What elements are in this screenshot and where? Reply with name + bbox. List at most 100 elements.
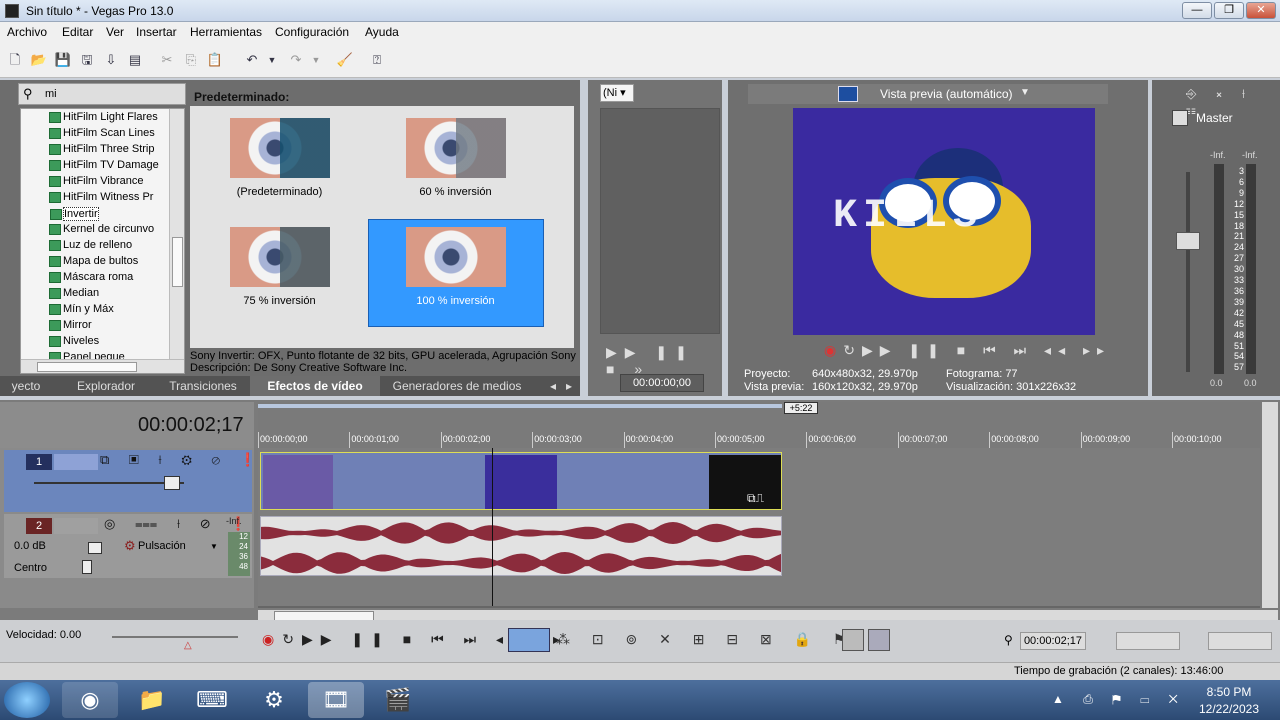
tabs-right-arrow-icon[interactable]: ▸ [562, 376, 576, 396]
preset-thumb-100[interactable] [406, 227, 506, 287]
fx-tree-item[interactable]: Niveles [49, 335, 99, 347]
snap-button[interactable] [842, 629, 864, 651]
fx-tree-item[interactable]: Invertir [50, 207, 99, 221]
menu-configuracion[interactable]: Configuración [275, 25, 349, 39]
minimize-button[interactable]: — [1182, 2, 1212, 19]
open-folder-icon[interactable]: 📂 [29, 50, 49, 70]
audio-track-name-field[interactable] [54, 518, 98, 534]
fx-tree-item[interactable]: HitFilm Vibrance [49, 175, 144, 187]
properties-icon[interactable]: ▤ [125, 50, 145, 70]
fx-tree-item[interactable]: HitFilm Three Strip [49, 143, 154, 155]
velocity-handle-icon[interactable]: △ [184, 640, 192, 651]
save-as-icon[interactable]: 🖫 [77, 50, 97, 70]
preset-thumb-default[interactable] [230, 118, 330, 178]
tabs-left-arrow-icon[interactable]: ◂ [546, 376, 560, 396]
auto-crossfade-button[interactable] [868, 629, 890, 651]
video-track-buttons[interactable]: ⧉ ▣ ⟊ ⚙ ⊘ ❗ [100, 452, 264, 468]
edit-tools[interactable]: ⁂ ⊡ ⊚ ✕ ⊞ ⊟ ⊠ 🔒 ⚑ ⚑ [556, 631, 889, 648]
fx-tree-item[interactable]: Luz de relleno [49, 239, 132, 251]
video-opacity-slider[interactable] [34, 482, 184, 484]
fx-search-input[interactable]: mi [45, 88, 57, 100]
redo-icon[interactable]: ↷ [286, 50, 306, 70]
fx-tree-item[interactable]: Mapa de bultos [49, 255, 138, 267]
video-opacity-handle[interactable] [164, 476, 180, 490]
trimmer-transport[interactable]: ▶▶ ❚❚ ■ » [606, 344, 722, 377]
vegas-alt-taskbar-icon[interactable]: 🎬 [370, 682, 426, 718]
selection-start-field[interactable] [1116, 632, 1180, 650]
keyboard-taskbar-icon[interactable]: ⌨ [184, 682, 240, 718]
preset-caption-60[interactable]: 60 % inversión [368, 186, 543, 198]
tab-proyecto[interactable]: yecto [0, 376, 52, 396]
menu-ayuda[interactable]: Ayuda [365, 25, 399, 39]
fx-tree-item[interactable]: HitFilm TV Damage [49, 159, 159, 171]
audio-event[interactable] [260, 516, 782, 576]
tree-vertical-scrollbar[interactable] [169, 109, 184, 359]
split-screen-icon[interactable] [838, 86, 858, 102]
render-clean-icon[interactable]: 🧹 [335, 50, 355, 70]
record-icon[interactable]: ◉ [824, 342, 843, 358]
redo-dropdown-icon[interactable]: ▼ [306, 50, 326, 70]
fx-tree-item[interactable]: HitFilm Scan Lines [49, 127, 155, 139]
explorer-taskbar-icon[interactable]: 📁 [124, 682, 180, 718]
playhead-cursor[interactable] [492, 448, 493, 608]
event-fx-icon[interactable]: ⧉⎍ [747, 491, 764, 506]
audio-volume-handle[interactable] [88, 542, 102, 554]
velocity-slider[interactable] [112, 636, 238, 638]
tab-generadores[interactable]: Generadores de medios [382, 376, 532, 396]
chevron-down-icon[interactable]: ▼ [1020, 87, 1030, 98]
fx-tree-item[interactable]: HitFilm Witness Pr [49, 191, 153, 203]
video-track-header[interactable]: 1 ⧉ ▣ ⟊ ⚙ ⊘ ❗ [4, 450, 256, 512]
preset-caption-default[interactable]: (Predeterminado) [192, 186, 367, 198]
preview-transport[interactable]: ◉↻▶▶ ❚❚ ■ ⏮ ⏭ ◂◂ ▸▸ [824, 342, 1111, 359]
menu-insertar[interactable]: Insertar [136, 25, 177, 39]
fx-tree-item[interactable]: Kernel de circunvo [49, 223, 154, 235]
fx-tree-item[interactable]: Mín y Máx [49, 303, 114, 315]
menu-ver[interactable]: Ver [106, 25, 124, 39]
audio-pan-handle[interactable] [82, 560, 92, 574]
render-icon[interactable]: ⇩ [101, 50, 121, 70]
help-pointer-icon[interactable]: ⍰ [367, 50, 387, 70]
new-file-icon[interactable]: 🗋 [5, 50, 25, 70]
tab-transiciones[interactable]: Transiciones [156, 376, 250, 396]
clock-time[interactable]: 8:50 PM [1194, 685, 1264, 699]
timeline-ruler[interactable]: +5:22 00:00:00;00 00:00:01;00 00:00:02;00 0… [258, 402, 1260, 448]
start-button[interactable] [4, 682, 50, 718]
tree-scroll-thumb[interactable] [172, 237, 183, 287]
preset-caption-75[interactable]: 75 % inversión [192, 295, 367, 307]
audio-pan-mode[interactable]: Pulsación [138, 540, 186, 552]
copy-icon[interactable]: ⎘ [181, 50, 201, 70]
system-tray-icons[interactable]: ▲ ⎙ ⚑ ▭ ✕ [1052, 692, 1186, 707]
video-event[interactable]: ⧉⎍ [260, 452, 782, 510]
timeline-vertical-scrollbar[interactable] [1262, 402, 1278, 608]
tab-explorador[interactable]: Explorador [56, 376, 156, 396]
master-fx-icon[interactable] [1172, 110, 1188, 126]
chrome-taskbar-icon[interactable]: ◉ [62, 682, 118, 718]
menu-herramientas[interactable]: Herramientas [190, 25, 262, 39]
undo-dropdown-icon[interactable]: ▼ [262, 50, 282, 70]
edit-tool-button[interactable] [508, 628, 550, 652]
preview-quality-select[interactable]: Vista previa (automático) [880, 87, 1013, 101]
master-fader-handle[interactable] [1176, 232, 1200, 250]
pan-gear-icon[interactable]: ⚙ [124, 538, 136, 554]
cut-icon[interactable]: ✂ [157, 50, 177, 70]
preset-caption-100[interactable]: 100 % inversión [368, 295, 543, 307]
preset-thumb-75[interactable] [230, 227, 330, 287]
selection-length-field[interactable] [1208, 632, 1272, 650]
undo-icon[interactable]: ↶ [242, 50, 262, 70]
fx-tree-item[interactable]: Máscara roma [49, 271, 133, 283]
menu-editar[interactable]: Editar [62, 25, 93, 39]
tree-horizontal-scrollbar[interactable] [21, 359, 184, 373]
fx-tree-item[interactable]: Mirror [49, 319, 92, 331]
menu-archivo[interactable]: Archivo [7, 25, 47, 39]
fx-tree-item[interactable]: Median [49, 287, 99, 299]
paste-icon[interactable]: 📋 [205, 50, 225, 70]
clock-date[interactable]: 12/22/2023 [1194, 702, 1264, 716]
close-button[interactable]: ✕ [1246, 2, 1276, 19]
tab-efectos-video[interactable]: Efectos de vídeo [250, 376, 380, 396]
maximize-button[interactable]: ❐ [1214, 2, 1244, 19]
tree-hscroll-thumb[interactable] [37, 362, 137, 372]
vegas-taskbar-icon[interactable]: 🎞 [308, 682, 364, 718]
fx-search-box[interactable]: ⚲ mi [18, 83, 186, 105]
video-track-name-field[interactable] [54, 454, 98, 470]
audio-track-header[interactable]: 2 ◎ ⩶ ⟊ ⊘ ❗ -Inf. 0.0 dB ⚙ Pulsación ▼ C… [4, 514, 252, 578]
